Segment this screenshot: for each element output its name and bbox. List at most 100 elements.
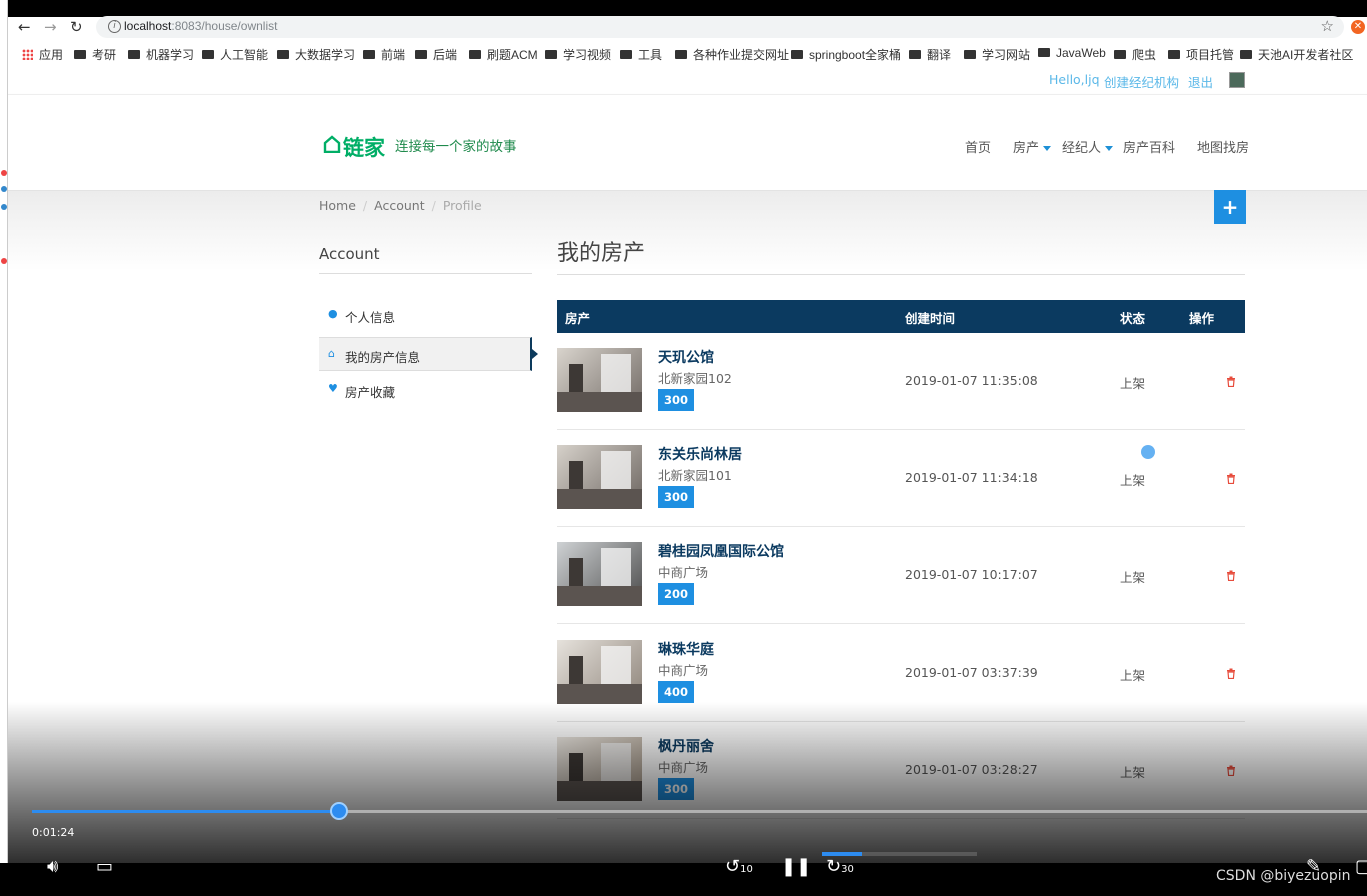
extension-icon[interactable]: ✕ — [1351, 20, 1365, 34]
heart-icon: ♥ — [328, 382, 338, 395]
bookmark-label: JavaWeb — [1056, 46, 1106, 60]
bookmark-folder[interactable]: 工具 — [620, 46, 662, 63]
bookmark-folder[interactable]: 人工智能 — [202, 46, 268, 63]
bookmark-apps[interactable]: 应用 — [22, 46, 63, 63]
folder-icon — [620, 50, 632, 59]
bookmark-folder[interactable]: 刷题ACM — [469, 46, 538, 63]
folder-icon — [964, 50, 976, 59]
created-time: 2019-01-07 03:37:39 — [905, 665, 1038, 680]
subtitles-icon[interactable]: ▭ — [96, 857, 113, 877]
menu-agent[interactable]: 经纪人 — [1062, 137, 1114, 156]
bookmark-folder[interactable]: 机器学习 — [128, 46, 194, 63]
house-address: 北新家园102 — [658, 371, 732, 386]
bookmark-folder[interactable]: 考研 — [74, 46, 116, 63]
status-text[interactable]: 上架 — [1120, 567, 1145, 586]
column-header-status: 状态 — [1120, 311, 1146, 326]
sidebar-item-label: 我的房产信息 — [345, 350, 421, 365]
volume-icon[interactable]: 🔊︎ — [47, 857, 58, 877]
bookmark-folder[interactable]: JavaWeb — [1038, 46, 1106, 60]
forward-icon[interactable]: → — [44, 19, 57, 35]
sidebar-item-my-houses[interactable]: ⌂ 我的房产信息 — [319, 337, 538, 371]
table-row: 碧桂园凤凰国际公馆 中商广场 200 2019-01-07 10:17:07 上架 — [557, 527, 1245, 624]
trash-icon[interactable] — [1226, 668, 1236, 679]
pause-icon[interactable]: ❚❚ — [781, 857, 811, 877]
video-progress-bar[interactable] — [32, 802, 1367, 820]
bookmark-folder[interactable]: 学习视频 — [545, 46, 611, 63]
avatar[interactable] — [1229, 72, 1245, 88]
reload-icon[interactable]: ↻ — [70, 19, 83, 35]
sidebar-item-favorites[interactable]: ♥ 房产收藏 — [319, 373, 532, 407]
bookmark-star-icon[interactable]: ☆ — [1321, 17, 1334, 35]
breadcrumb-account[interactable]: Account — [374, 198, 424, 213]
create-agency-link[interactable]: 创建经纪机构 — [1104, 72, 1179, 91]
trash-icon[interactable] — [1226, 570, 1236, 581]
forward-skip-icon[interactable]: ↻30 — [826, 857, 854, 880]
house-name[interactable]: 碧桂园凤凰国际公馆 — [658, 541, 784, 561]
house-address: 中商广场 — [658, 760, 709, 775]
page-title: 我的房产 — [557, 241, 646, 266]
bookmark-folder[interactable]: 爬虫 — [1114, 46, 1156, 63]
menu-map-search[interactable]: 地图找房 — [1197, 137, 1249, 156]
status-text[interactable]: 上架 — [1120, 762, 1145, 781]
bookmark-label: 爬虫 — [1132, 48, 1157, 62]
sidebar-item-profile[interactable]: ● 个人信息 — [319, 298, 532, 332]
house-thumbnail[interactable] — [557, 640, 642, 704]
house-thumbnail[interactable] — [557, 737, 642, 801]
bookmark-label: 天池AI开发者社区 — [1258, 48, 1354, 62]
bookmark-label: 大数据学习 — [295, 48, 356, 62]
price-badge: 300 — [658, 778, 695, 800]
bookmark-folder[interactable]: 后端 — [415, 46, 457, 63]
bookmark-folder[interactable]: 项目托管 — [1168, 46, 1234, 63]
menu-property[interactable]: 房产 — [1013, 137, 1052, 156]
home-icon: ⌂ — [328, 347, 335, 360]
folder-icon — [1038, 48, 1050, 57]
sidebar-item-label: 房产收藏 — [345, 385, 396, 400]
bookmark-label: 前端 — [381, 48, 406, 62]
menu-home[interactable]: 首页 — [965, 137, 991, 156]
house-thumbnail[interactable] — [557, 348, 642, 412]
folder-icon — [675, 50, 687, 59]
fullscreen-icon[interactable]: ▢ — [1355, 857, 1367, 877]
trash-icon[interactable] — [1226, 376, 1236, 387]
add-house-button[interactable]: + — [1214, 190, 1246, 224]
house-thumbnail[interactable] — [557, 445, 642, 509]
video-progress-handle[interactable] — [330, 802, 349, 820]
back-icon[interactable]: ← — [18, 19, 31, 35]
created-time: 2019-01-07 11:34:18 — [905, 470, 1038, 485]
trash-icon[interactable] — [1226, 473, 1236, 484]
trash-icon[interactable] — [1226, 765, 1236, 776]
site-info-icon[interactable]: i — [108, 20, 121, 33]
bookmark-folder[interactable]: 各种作业提交网址 — [675, 46, 789, 63]
logout-link[interactable]: 退出 — [1188, 72, 1213, 91]
top-user-bar: Hello,ljq 创建经纪机构 退出 — [8, 67, 1367, 93]
address-bar[interactable]: i localhost:8083/house/ownlist ☆ — [96, 16, 1344, 38]
menu-encyclopedia[interactable]: 房产百科 — [1123, 137, 1175, 156]
hello-user-link[interactable]: Hello,ljq — [1049, 72, 1100, 87]
rewind-icon[interactable]: ↺10 — [725, 857, 753, 880]
house-name[interactable]: 天玑公馆 — [658, 347, 714, 367]
house-name[interactable]: 琳珠华庭 — [658, 639, 714, 659]
bookmark-folder[interactable]: 天池AI开发者社区 — [1240, 46, 1353, 63]
status-text[interactable]: 上架 — [1120, 470, 1145, 489]
sidebar-item-label: 个人信息 — [345, 310, 396, 325]
price-badge: 300 — [658, 486, 695, 508]
brand-name: 链家 — [343, 136, 385, 160]
bookmark-folder[interactable]: 前端 — [363, 46, 405, 63]
house-name[interactable]: 枫丹丽舍 — [658, 736, 714, 756]
house-name[interactable]: 东关乐尚林居 — [658, 444, 742, 464]
video-progress-fill — [32, 810, 340, 813]
status-text[interactable]: 上架 — [1120, 665, 1145, 684]
screen: ← → ↻ i localhost:8083/house/ownlist ☆ ✕… — [0, 0, 1367, 896]
bookmark-folder[interactable]: 学习网站 — [964, 46, 1030, 63]
bookmark-folder[interactable]: 翻译 — [909, 46, 951, 63]
browser-chrome: ← → ↻ i localhost:8083/house/ownlist ☆ ✕… — [8, 16, 1367, 67]
breadcrumb-home[interactable]: Home — [319, 198, 356, 213]
house-thumbnail[interactable] — [557, 542, 642, 606]
content-background — [8, 191, 1367, 271]
site-header: 链家 连接每一个家的故事 首页 房产 经纪人 房产百科 地图找房 — [8, 94, 1367, 191]
bookmark-folder[interactable]: 大数据学习 — [277, 46, 355, 63]
bookmark-label: 机器学习 — [146, 48, 195, 62]
folder-icon — [363, 50, 375, 59]
bookmark-folder[interactable]: springboot全家桶 — [791, 46, 901, 63]
status-text[interactable]: 上架 — [1120, 373, 1145, 392]
